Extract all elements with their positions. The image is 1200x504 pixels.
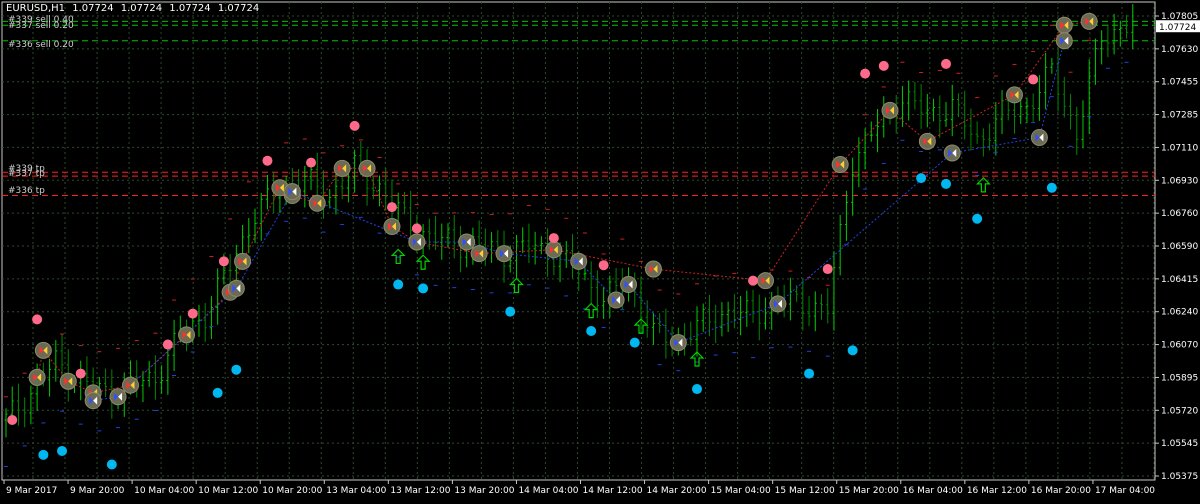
x-tick-label: 16 Mar 04:00: [903, 486, 963, 496]
current-price-text: 1.07724: [1159, 23, 1196, 33]
x-tick-label: 10 Mar 20:00: [262, 486, 322, 496]
x-tick-label: 16 Mar 20:00: [1031, 486, 1091, 496]
y-tick-label: 1.06415: [1161, 275, 1198, 285]
pink-signal-dot: [386, 202, 397, 213]
x-tick-label: 15 Mar 20:00: [839, 486, 899, 496]
trade-link: [777, 152, 953, 305]
pink-signal-dot: [187, 308, 198, 319]
trade-link: [765, 164, 841, 281]
x-tick-label: 10 Mar 04:00: [134, 486, 194, 496]
pink-signal-dot: [860, 68, 871, 79]
order-label-337-sell[interactable]: #337 sell 0.20: [8, 21, 74, 31]
blue-signal-dot: [418, 283, 429, 294]
y-tick-label: 1.05895: [1161, 373, 1198, 383]
y-tick-label: 1.06930: [1161, 176, 1198, 186]
up-arrow-icon: [583, 302, 599, 319]
x-tick-label: 9 Mar 20:00: [70, 486, 125, 496]
x-tick-label: 14 Mar 04:00: [518, 486, 578, 496]
blue-signal-dot: [972, 213, 983, 224]
pink-signal-dot: [748, 275, 759, 286]
blue-signal-dot: [231, 364, 242, 375]
y-tick-label: 1.06760: [1161, 209, 1198, 219]
blue-signal-dot: [916, 173, 927, 184]
price-chart[interactable]: 1.07805 1.07630 1.07455 1.07285 1.07110 1.069…: [0, 0, 1200, 500]
blue-signal-dot: [1046, 182, 1057, 193]
y-tick-label: 1.05545: [1161, 439, 1198, 449]
blue-signal-dot: [692, 384, 703, 395]
blue-signal-dot: [38, 449, 49, 460]
blue-signal-dot: [629, 337, 640, 348]
y-tick-label: 1.06590: [1161, 242, 1198, 252]
order-label-336-sell[interactable]: #336 sell 0.20: [8, 40, 74, 50]
blue-signal-dot: [804, 368, 815, 379]
x-tick-label: 16 Mar 12:00: [967, 486, 1027, 496]
trade-link: [503, 253, 579, 262]
pink-signal-dot: [822, 264, 833, 275]
pink-signal-dot: [411, 223, 422, 234]
pink-signal-dot: [262, 155, 273, 166]
pink-signal-dot: [7, 415, 18, 426]
order-label-337-tp[interactable]: #337 tp: [8, 169, 45, 179]
blue-signal-dot: [586, 325, 597, 336]
chart-canvas[interactable]: 1.078051.076301.074551.072851.071101.069…: [0, 0, 1200, 500]
blue-signal-dot: [941, 178, 952, 189]
pink-signal-dot: [162, 339, 173, 350]
pink-signal-dot: [349, 120, 360, 131]
pink-signal-dot: [878, 60, 889, 71]
y-tick-label: 1.05375: [1161, 472, 1198, 482]
x-tick-label: 15 Mar 12:00: [775, 486, 835, 496]
y-tick-label: 1.07455: [1161, 78, 1198, 88]
x-tick-label: 14 Mar 20:00: [647, 486, 707, 496]
pink-signal-dot: [1028, 74, 1039, 85]
y-tick-label: 1.05720: [1161, 406, 1198, 416]
x-tick-label: 15 Mar 04:00: [711, 486, 771, 496]
blue-signal-dot: [212, 387, 223, 398]
pink-signal-dot: [32, 314, 43, 325]
trade-link: [235, 191, 293, 289]
x-tick-label: 14 Mar 12:00: [583, 486, 643, 496]
x-tick-label: 10 Mar 12:00: [198, 486, 258, 496]
order-label-336-tp[interactable]: #336 tp: [8, 186, 45, 196]
blue-signal-dot: [393, 279, 404, 290]
up-arrow-icon: [390, 248, 406, 265]
pink-signal-dot: [548, 233, 559, 244]
blue-signal-dot: [57, 445, 68, 456]
x-tick-label: 9 Mar 2017: [6, 486, 57, 496]
blue-signal-dot: [505, 306, 516, 317]
blue-signal-dot: [847, 345, 858, 356]
x-tick-label: 17 Mar 04:00: [1095, 486, 1155, 496]
y-tick-label: 1.06240: [1161, 308, 1198, 318]
pink-signal-dot: [941, 58, 952, 69]
y-tick-label: 1.07110: [1161, 143, 1198, 153]
x-tick-label: 13 Mar 12:00: [390, 486, 450, 496]
pink-signal-dot: [598, 260, 609, 271]
pink-signal-dot: [218, 256, 229, 267]
pink-signal-dot: [75, 368, 86, 379]
x-tick-label: 13 Mar 20:00: [454, 486, 514, 496]
blue-signal-dot: [106, 459, 117, 470]
y-tick-label: 1.07630: [1161, 45, 1198, 55]
up-arrow-icon: [415, 254, 431, 270]
pink-signal-dot: [306, 157, 317, 168]
plot-frame: [1, 1, 1156, 481]
y-tick-label: 1.07285: [1161, 111, 1198, 121]
y-tick-label: 1.06070: [1161, 341, 1198, 351]
up-arrow-icon: [509, 277, 524, 294]
x-tick-label: 13 Mar 04:00: [326, 486, 386, 496]
